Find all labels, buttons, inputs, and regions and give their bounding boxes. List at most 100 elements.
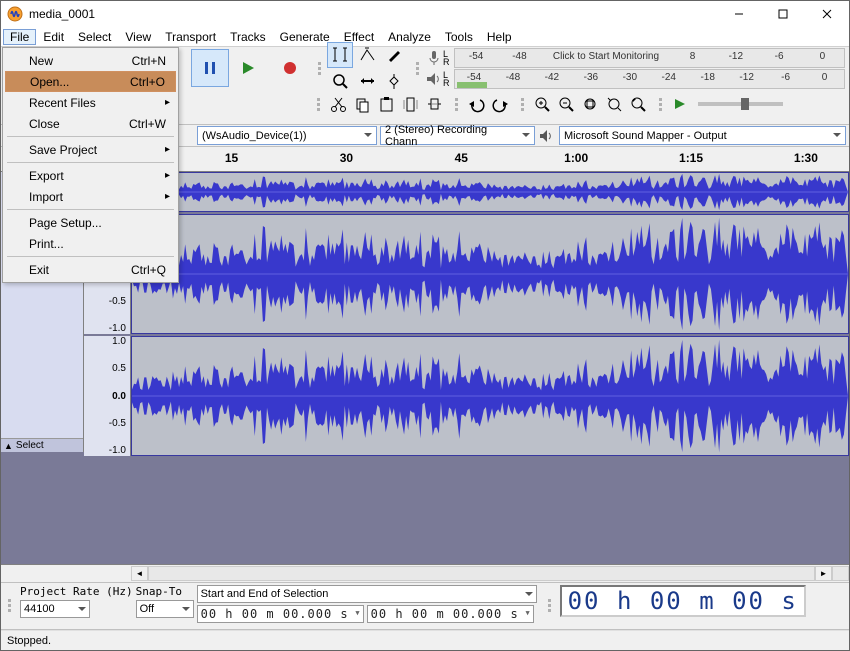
meter-num: 8 — [671, 51, 714, 62]
menu-tracks[interactable]: Tracks — [223, 29, 273, 45]
meter-num: -42 — [532, 72, 571, 83]
copy-button[interactable] — [350, 92, 374, 116]
speaker-icon — [538, 127, 556, 145]
project-rate-combo[interactable]: 44100 — [20, 600, 90, 618]
play-at-speed-button[interactable] — [668, 92, 692, 116]
meter-num: -48 — [493, 72, 532, 83]
menu-help[interactable]: Help — [480, 29, 519, 45]
minimize-button[interactable] — [717, 1, 761, 27]
meter-num: -12 — [727, 72, 766, 83]
mic-icon[interactable] — [425, 49, 443, 67]
recording-channels-combo[interactable]: 2 (Stereo) Recording Chann — [380, 126, 535, 145]
meter-num: -6 — [757, 51, 800, 62]
scroll-right-button[interactable]: ► — [815, 566, 832, 581]
menu-transport[interactable]: Transport — [158, 29, 223, 45]
meter-num: -12 — [714, 51, 757, 62]
zoom-out-button[interactable] — [554, 92, 578, 116]
maximize-button[interactable] — [761, 1, 805, 27]
pause-button[interactable] — [191, 49, 229, 87]
menu-item-import[interactable]: Import▸ — [5, 186, 176, 207]
menu-select[interactable]: Select — [71, 29, 118, 45]
cut-button[interactable] — [326, 92, 350, 116]
envelope-tool[interactable] — [354, 42, 380, 68]
undo-button[interactable] — [464, 92, 488, 116]
snap-to-combo[interactable]: Off — [136, 600, 194, 618]
menu-item-close[interactable]: CloseCtrl+W — [5, 113, 176, 134]
selection-type-combo[interactable]: Start and End of Selection — [197, 585, 537, 603]
draw-tool[interactable] — [381, 42, 407, 68]
grip-icon[interactable] — [455, 86, 461, 122]
recording-meter[interactable]: -54 -48 Click to Start Monitoring 8 -12 … — [454, 48, 846, 68]
paste-button[interactable] — [374, 92, 398, 116]
waveform-channel[interactable] — [131, 172, 849, 212]
app-logo-icon — [7, 6, 23, 22]
multi-tool[interactable] — [381, 69, 407, 95]
grip-icon[interactable] — [8, 585, 14, 625]
selection-start-time[interactable]: 00 h 00 m 00.000 s — [197, 605, 364, 623]
menu-item-exit[interactable]: ExitCtrl+Q — [5, 259, 176, 280]
fit-project-button[interactable] — [602, 92, 626, 116]
redo-button[interactable] — [488, 92, 512, 116]
menu-tools[interactable]: Tools — [438, 29, 480, 45]
play-button[interactable] — [229, 49, 267, 87]
menu-item-save-project[interactable]: Save Project▸ — [5, 139, 176, 160]
meter-num: -48 — [498, 51, 541, 62]
project-rate-label: Project Rate (Hz) — [20, 585, 133, 598]
scale-label: -1.0 — [84, 323, 126, 334]
menu-file[interactable]: File — [3, 29, 36, 45]
meter-num: -18 — [688, 72, 727, 83]
menu-item-open[interactable]: Open...Ctrl+O — [5, 71, 176, 92]
selection-toolbar: Project Rate (Hz) 44100 Snap-To Off Star… — [1, 582, 849, 630]
meter-num: -54 — [455, 51, 498, 62]
scroll-left-button[interactable]: ◄ — [131, 566, 148, 581]
waveform-channel[interactable] — [131, 336, 849, 456]
grip-icon[interactable] — [659, 86, 665, 122]
scale-label: 0.0 — [84, 391, 126, 402]
menu-view[interactable]: View — [118, 29, 158, 45]
trim-button[interactable] — [398, 92, 422, 116]
grip-icon[interactable] — [318, 50, 324, 86]
menu-item-export[interactable]: Export▸ — [5, 165, 176, 186]
grip-icon[interactable] — [317, 86, 323, 122]
meter-click-text[interactable]: Click to Start Monitoring — [541, 51, 671, 62]
record-button[interactable] — [271, 49, 309, 87]
zoom-in-button[interactable] — [530, 92, 554, 116]
play-speed-slider[interactable] — [698, 102, 783, 106]
silence-button[interactable] — [422, 92, 446, 116]
menu-item-page-setup[interactable]: Page Setup... — [5, 212, 176, 233]
menu-item-recent-files[interactable]: Recent Files▸ — [5, 92, 176, 113]
titlebar: media_0001 — [1, 1, 849, 27]
zoom-toggle-button[interactable] — [626, 92, 650, 116]
waveform-channel[interactable] — [131, 214, 849, 334]
collapse-icon[interactable]: ▲ — [4, 441, 13, 451]
ruler-tick: 45 — [455, 151, 468, 165]
selection-tool[interactable] — [327, 42, 353, 68]
position-time-display[interactable]: 00 h 00 m 00 s — [560, 585, 806, 617]
status-text: Stopped. — [7, 635, 51, 647]
menu-item-print[interactable]: Print... — [5, 233, 176, 254]
speaker-icon[interactable] — [425, 70, 443, 88]
zoom-tool[interactable] — [327, 69, 353, 95]
meter-num: 0 — [801, 51, 844, 62]
grip-icon[interactable] — [521, 86, 527, 122]
fit-selection-button[interactable] — [578, 92, 602, 116]
horizontal-scrollbar[interactable]: ◄ ► — [1, 565, 849, 582]
timeshift-tool[interactable] — [354, 69, 380, 95]
scroll-up-button[interactable] — [832, 566, 849, 581]
scale-label: 1.0 — [84, 336, 126, 347]
meter-lr-label: L R — [443, 71, 450, 87]
meter-num: -24 — [649, 72, 688, 83]
ruler-tick: 1:30 — [794, 151, 818, 165]
close-button[interactable] — [805, 1, 849, 27]
playback-meter[interactable]: -54 -48 -42 -36 -30 -24 -18 -12 -6 0 — [454, 69, 846, 89]
selection-end-time[interactable]: 00 h 00 m 00.000 s — [367, 605, 534, 623]
recording-device-combo[interactable]: (WsAudio_Device(1)) — [197, 126, 377, 145]
grip-icon[interactable] — [416, 50, 422, 86]
ruler-tick: 30 — [340, 151, 353, 165]
grip-icon[interactable] — [548, 585, 554, 625]
menu-edit[interactable]: Edit — [36, 29, 71, 45]
vertical-scale[interactable]: 1.0 0.5 0.0 -0.5 -1.0 — [84, 336, 131, 456]
playback-device-combo[interactable]: Microsoft Sound Mapper - Output — [559, 126, 846, 145]
menu-item-new[interactable]: NewCtrl+N — [5, 50, 176, 71]
select-track-button[interactable]: Select — [16, 440, 44, 451]
